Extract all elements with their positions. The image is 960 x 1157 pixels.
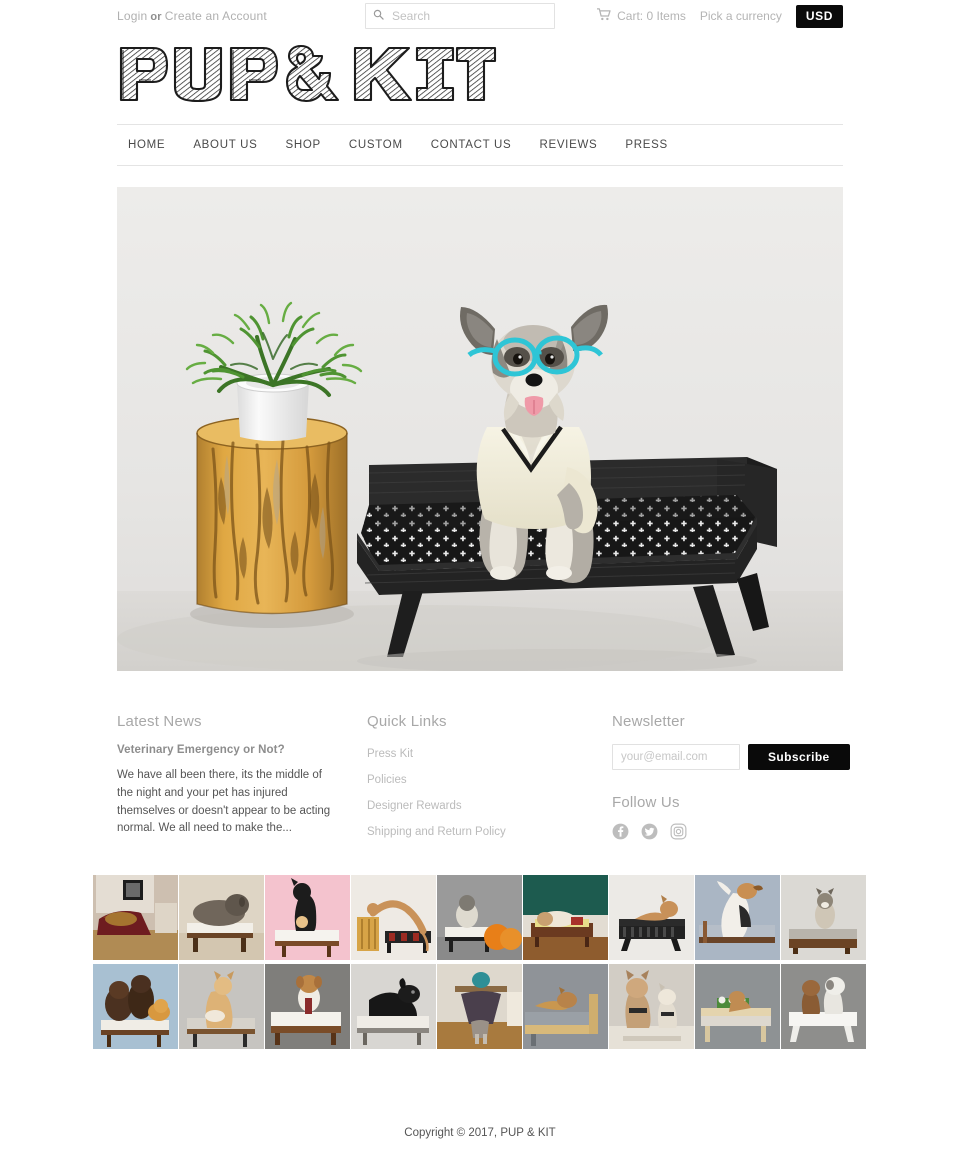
top-utility-bar: LoginorCreate an Account Cart: 0 Items P… — [0, 0, 960, 32]
gallery-item[interactable] — [351, 875, 436, 960]
search-box[interactable] — [365, 3, 555, 29]
gallery-item[interactable] — [609, 875, 694, 960]
gallery-item[interactable] — [695, 875, 780, 960]
login-link[interactable]: Login — [117, 9, 147, 23]
logo-area — [0, 32, 960, 124]
page-root: LoginorCreate an Account Cart: 0 Items P… — [0, 0, 960, 1139]
gallery-item[interactable] — [523, 875, 608, 960]
news-post-excerpt: We have all been there, its the middle o… — [117, 769, 331, 835]
nav-item-press[interactable]: PRESS — [611, 124, 682, 166]
newsletter-column: Newsletter Subscribe Follow Us — [612, 713, 850, 848]
main-navigation: HOME ABOUT US SHOP CUSTOM CONTACT US REV… — [117, 124, 843, 166]
search-input[interactable] — [390, 8, 547, 24]
quick-links-column: Quick Links Press Kit Policies Designer … — [367, 713, 612, 848]
nav-item-custom[interactable]: CUSTOM — [335, 124, 417, 166]
newsletter-heading: Newsletter — [612, 713, 685, 730]
newsletter-form: Subscribe — [612, 744, 850, 770]
gallery-item[interactable] — [437, 964, 522, 1049]
cart-icon — [596, 8, 611, 24]
list-item: Policies — [367, 770, 612, 788]
currency-selector[interactable]: USD — [795, 4, 843, 28]
quick-link-policies[interactable]: Policies — [367, 774, 407, 786]
list-item: Press Kit — [367, 744, 612, 762]
gallery-item[interactable] — [523, 964, 608, 1049]
footer-columns: Latest News Veterinary Emergency or Not?… — [117, 713, 850, 848]
gallery-item[interactable] — [93, 875, 178, 960]
news-post-title[interactable]: Veterinary Emergency or Not? — [117, 744, 367, 756]
cart-label: Cart: 0 Items — [617, 9, 686, 23]
follow-us-heading: Follow Us — [612, 794, 680, 811]
gallery-item[interactable] — [437, 875, 522, 960]
quick-links-list: Press Kit Policies Designer Rewards Ship… — [367, 744, 612, 840]
latest-news-column: Latest News Veterinary Emergency or Not?… — [117, 713, 367, 848]
gallery-item[interactable] — [695, 964, 780, 1049]
list-item: Designer Rewards — [367, 796, 612, 814]
quick-link-shipping-returns[interactable]: Shipping and Return Policy — [367, 826, 506, 838]
gallery-item[interactable] — [609, 964, 694, 1049]
gallery-item[interactable] — [179, 964, 264, 1049]
nav-item-shop[interactable]: SHOP — [272, 124, 335, 166]
twitter-icon[interactable] — [641, 823, 658, 840]
facebook-icon[interactable] — [612, 823, 629, 840]
gallery-item[interactable] — [351, 964, 436, 1049]
search-icon — [373, 7, 390, 25]
gallery-item[interactable] — [781, 875, 866, 960]
quick-links-heading: Quick Links — [367, 713, 447, 730]
nav-item-home[interactable]: HOME — [117, 124, 179, 166]
list-item: Shipping and Return Policy — [367, 822, 612, 840]
gallery-item[interactable] — [265, 875, 350, 960]
quick-link-press-kit[interactable]: Press Kit — [367, 748, 413, 760]
gallery-item[interactable] — [265, 964, 350, 1049]
currency-prompt: Pick a currency — [699, 9, 782, 23]
cart-link[interactable]: Cart: 0 Items — [596, 8, 686, 24]
hero-image — [117, 187, 843, 671]
brand-logo — [119, 44, 497, 103]
instagram-gallery — [93, 875, 867, 1049]
hero-banner[interactable] — [117, 187, 843, 671]
nav-item-about-us[interactable]: ABOUT US — [179, 124, 271, 166]
account-links: Login or Create an Account — [117, 9, 267, 23]
subscribe-button[interactable]: Subscribe — [748, 744, 850, 770]
nav-item-contact-us[interactable]: CONTACT US — [417, 124, 526, 166]
gallery-item[interactable] — [781, 964, 866, 1049]
social-links — [612, 823, 843, 840]
wood-log-stool — [190, 416, 354, 628]
nav-item-reviews[interactable]: REVIEWS — [525, 124, 611, 166]
quick-link-designer-rewards[interactable]: Designer Rewards — [367, 800, 462, 812]
top-right-group: Cart: 0 Items Pick a currency USD — [596, 0, 843, 32]
gallery-item[interactable] — [179, 875, 264, 960]
gallery-item[interactable] — [93, 964, 178, 1049]
instagram-icon[interactable] — [670, 823, 687, 840]
latest-news-heading: Latest News — [117, 713, 202, 730]
email-field[interactable] — [612, 744, 740, 770]
copyright-text: Copyright © 2017, PUP & KIT — [404, 1127, 556, 1139]
logo-link[interactable] — [117, 42, 497, 104]
create-account-link[interactable]: Create an Account — [165, 9, 267, 23]
or-separator: or — [150, 11, 162, 23]
